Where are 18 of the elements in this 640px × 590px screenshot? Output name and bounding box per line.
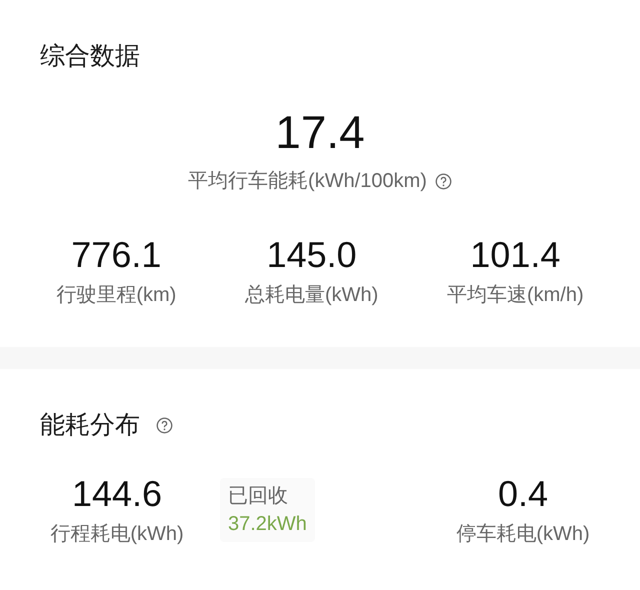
- average-consumption-label: 平均行车能耗(kWh/100km): [188, 171, 427, 191]
- stat-label: 总耗电量(kWh): [244, 285, 378, 305]
- stat-value: 145.0: [266, 237, 357, 273]
- stat-value: 101.4: [470, 237, 560, 273]
- recovered-label: 已回收: [228, 486, 289, 506]
- average-consumption-value: 17.4: [275, 109, 365, 155]
- stat-label: 平均车速(km/h): [446, 285, 584, 305]
- stat-value: 776.1: [71, 237, 162, 273]
- section-title: 能耗分布: [40, 413, 140, 438]
- section-title: 综合数据: [39, 44, 141, 69]
- trip-consumption-value: 144.6: [72, 476, 162, 512]
- parked-consumption-label: 停车耗电(kWh): [456, 524, 590, 544]
- parked-consumption-value: 0.4: [498, 476, 548, 512]
- recovered-value: 37.2kWh: [228, 514, 307, 534]
- help-icon[interactable]: [156, 417, 173, 434]
- stat-label: 行驶里程(km): [56, 285, 176, 305]
- trip-consumption-label: 行程耗电(kWh): [50, 524, 184, 544]
- help-icon[interactable]: [434, 172, 452, 190]
